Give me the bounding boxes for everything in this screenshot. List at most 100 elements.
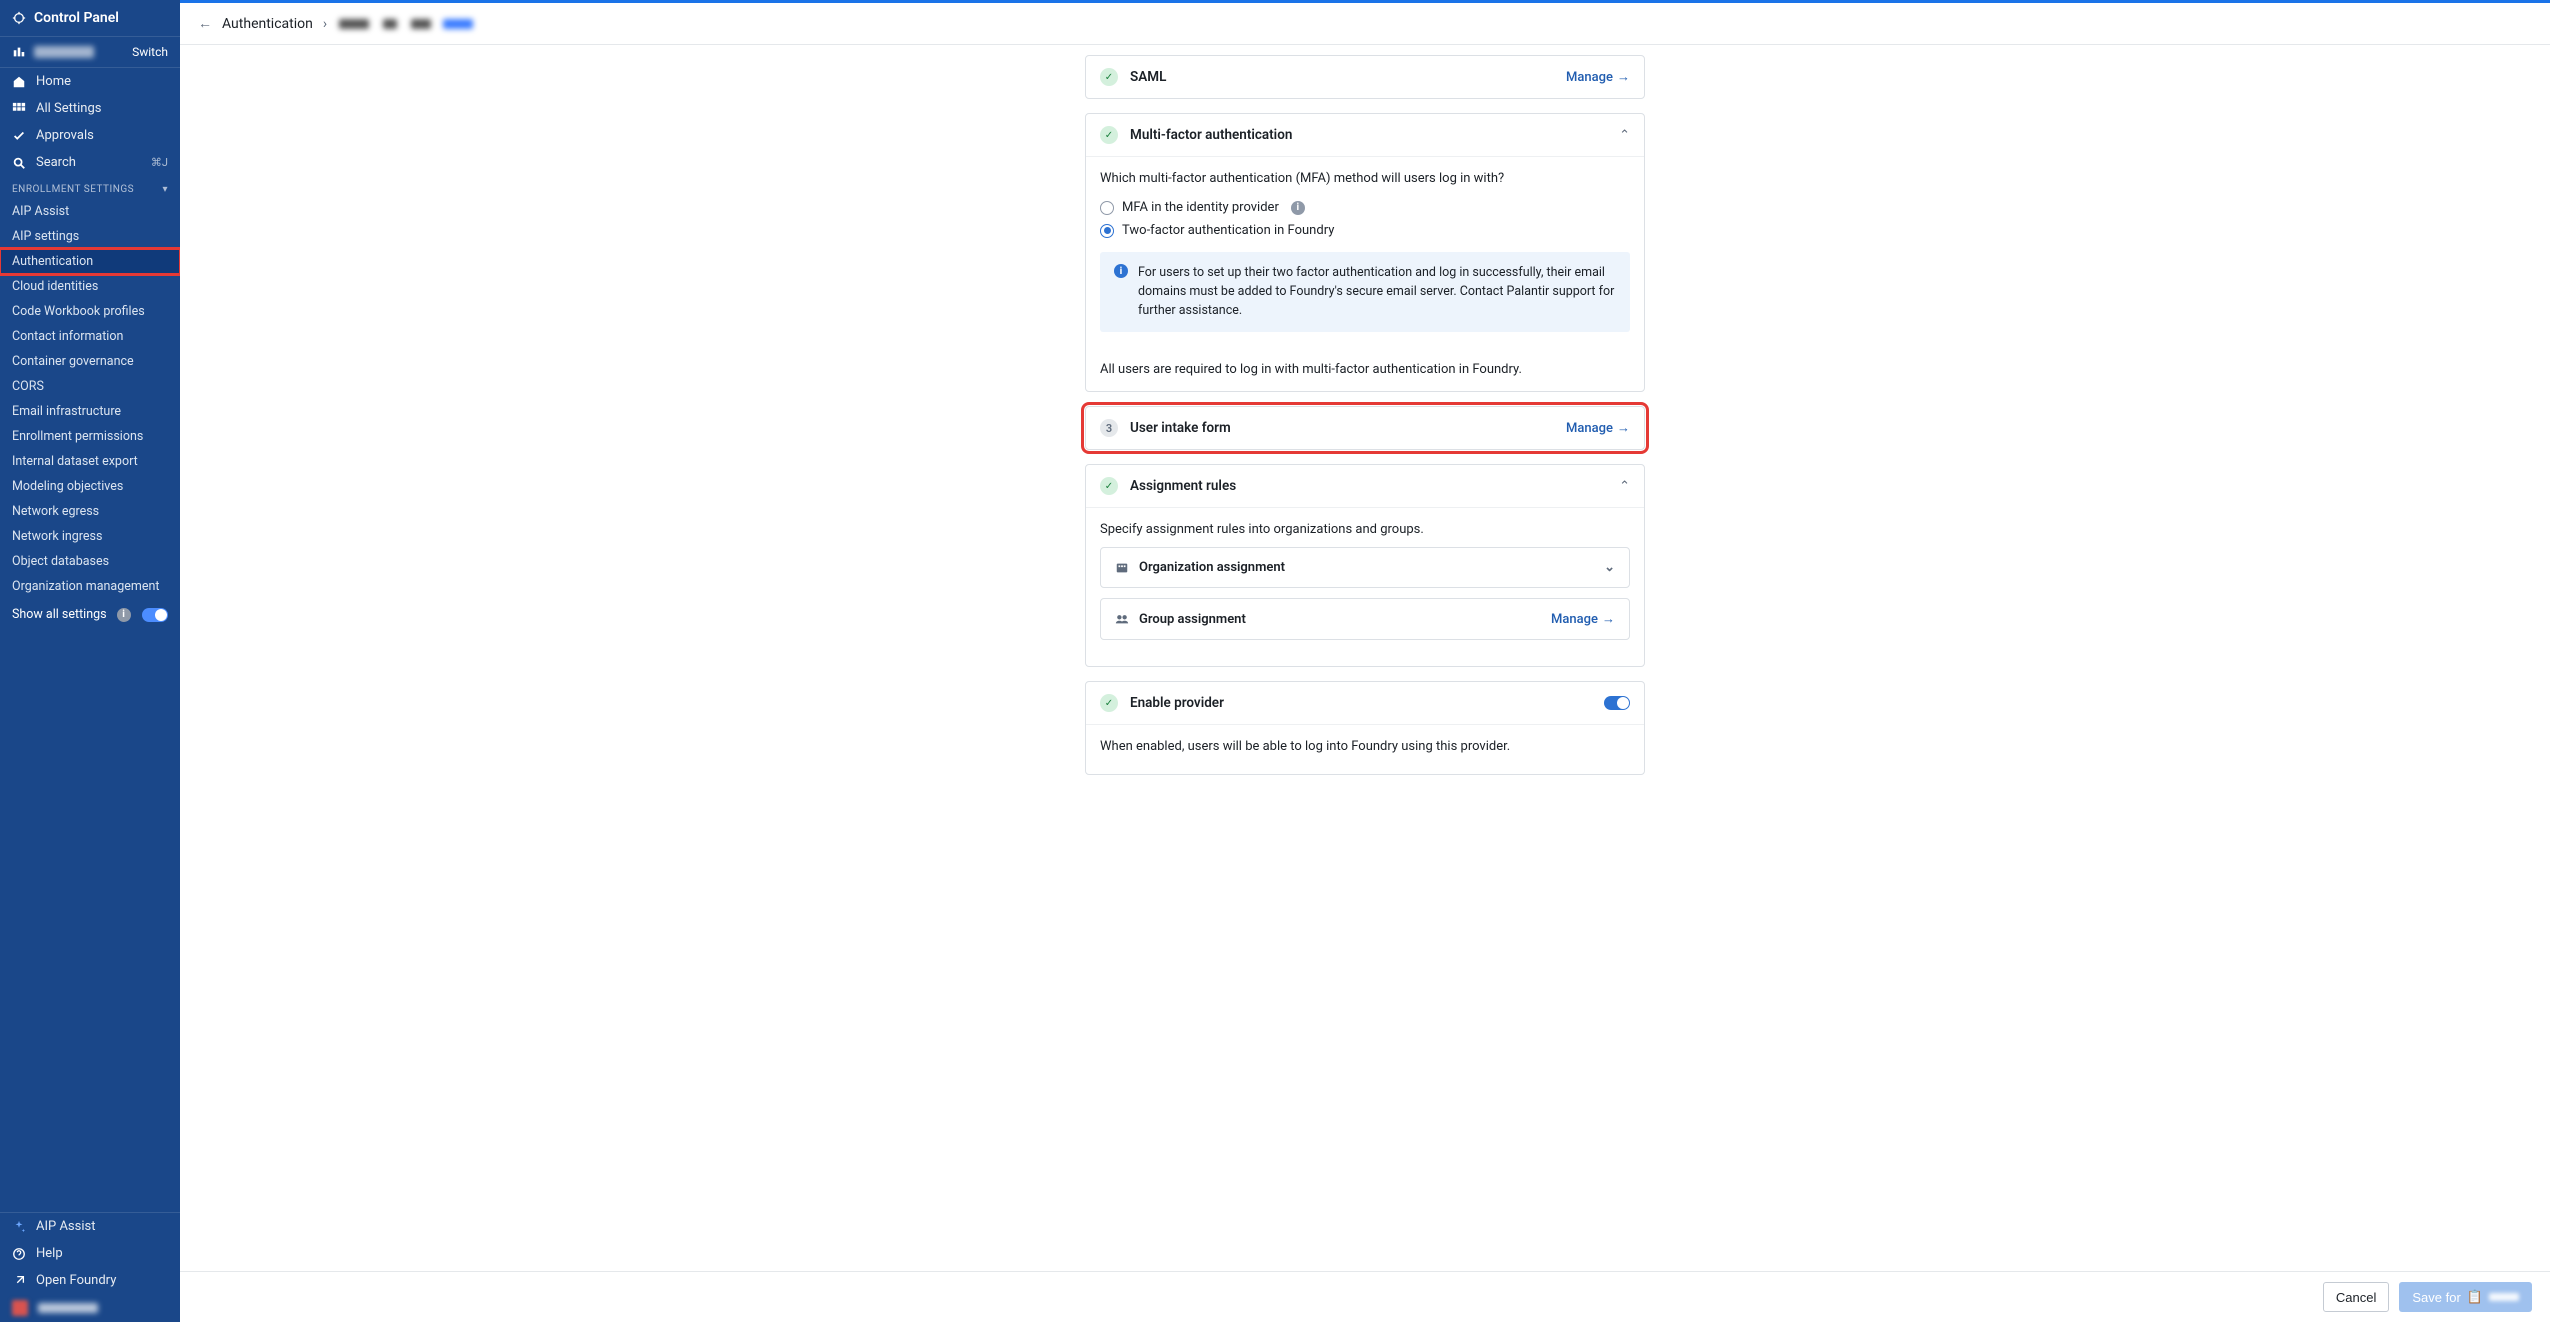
saml-title: SAML [1130,69,1554,85]
card-mfa: ✓ Multi-factor authentication ⌃ Which mu… [1085,113,1645,392]
search-shortcut: ⌘J [151,156,168,169]
info-icon: i [1114,264,1128,278]
username-redacted [38,1303,98,1313]
card-assignment-rules: ✓ Assignment rules ⌃ Specify assignment … [1085,464,1645,667]
sidebar-item-network-egress[interactable]: Network egress [0,499,180,524]
arrow-right-icon: → [1602,611,1615,627]
nav-all-settings[interactable]: All Settings [0,95,180,122]
sidebar-item-contact-information[interactable]: Contact information [0,324,180,349]
info-icon[interactable]: i [1291,201,1305,215]
search-icon [12,156,26,170]
sidebar-header: Control Panel [0,0,180,37]
chevron-down-icon: ▾ [162,184,168,195]
org-assignment-row[interactable]: Organization assignment ⌄ [1100,547,1630,588]
group-assignment-row: Group assignment Manage → [1100,598,1630,640]
sidebar-item-organization-management[interactable]: Organization management [0,574,180,599]
save-target-redacted [2489,1293,2519,1301]
status-check-icon: ✓ [1100,694,1118,712]
sidebar-item-container-governance[interactable]: Container governance [0,349,180,374]
sidebar-item-authentication[interactable]: Authentication [0,249,180,274]
mfa-title: Multi-factor authentication [1130,127,1607,143]
footer: Cancel Save for 📋 [180,1271,2550,1322]
card-user-intake: 3 User intake form Manage → [1085,406,1645,450]
app-title: Control Panel [34,10,119,26]
rules-prompt: Specify assignment rules into organizati… [1100,510,1630,547]
bottom-open-foundry[interactable]: Open Foundry [0,1267,180,1294]
status-check-icon: ✓ [1100,477,1118,495]
status-check-icon: ✓ [1100,126,1118,144]
sidebar-item-object-databases[interactable]: Object databases [0,549,180,574]
arrow-right-icon: → [1617,420,1630,436]
radio-unchecked[interactable] [1100,201,1114,215]
sidebar-item-aip-assist[interactable]: AIP Assist [0,199,180,224]
content-scroll[interactable]: ✓ SAML Manage → ✓ Multi-factor authentic… [180,45,2550,1271]
save-button[interactable]: Save for 📋 [2399,1282,2532,1312]
rules-title: Assignment rules [1130,478,1607,494]
sidebar-item-email-infrastructure[interactable]: Email infrastructure [0,399,180,424]
switch-link[interactable]: Switch [132,45,168,59]
sparkle-icon [12,1220,26,1234]
nav-approvals[interactable]: Approvals [0,122,180,149]
home-icon [12,75,26,89]
mfa-prompt: Which multi-factor authentication (MFA) … [1100,159,1630,196]
breadcrumb-redacted-3 [411,19,431,29]
main: ← Authentication › ✓ SAML Manage → [180,0,2550,1322]
breadcrumb-redacted-2 [383,19,397,29]
collapse-chevron[interactable]: ⌃ [1619,128,1630,143]
section-enrollment-settings[interactable]: ENROLLMENT SETTINGS ▾ [0,176,180,199]
sidebar-item-aip-settings[interactable]: AIP settings [0,224,180,249]
intake-manage-link[interactable]: Manage → [1566,420,1630,436]
enable-description: When enabled, users will be able to log … [1100,727,1630,758]
bottom-aip-assist[interactable]: AIP Assist [0,1213,180,1240]
status-check-icon: ✓ [1100,68,1118,86]
radio-checked[interactable] [1100,224,1114,238]
intake-title: User intake form [1130,420,1554,436]
sidebar-item-code-workbook-profiles[interactable]: Code Workbook profiles [0,299,180,324]
check-icon [12,129,26,143]
bottom-help[interactable]: Help [0,1240,180,1267]
breadcrumb: ← Authentication › [180,3,2550,45]
sidebar-org-switch[interactable]: Switch [0,37,180,68]
show-all-toggle[interactable] [142,608,168,622]
back-icon[interactable]: ← [198,15,212,32]
arrow-right-icon: → [1617,69,1630,85]
enable-provider-toggle[interactable] [1604,696,1630,710]
nav-search[interactable]: Search ⌘J [0,149,180,176]
cancel-button[interactable]: Cancel [2323,1282,2389,1312]
chevron-right-icon: › [323,16,327,32]
mfa-option-idp[interactable]: MFA in the identity provider i [1100,196,1630,219]
enable-title: Enable provider [1130,695,1592,711]
sidebar-item-cloud-identities[interactable]: Cloud identities [0,274,180,299]
sidebar-item-network-ingress[interactable]: Network ingress [0,524,180,549]
sidebar: Control Panel Switch Home All Settings A… [0,0,180,1322]
grid-icon [12,102,26,116]
mfa-note: All users are required to log in with mu… [1086,348,1644,391]
breadcrumb-redacted-4 [443,19,473,29]
help-icon [12,1247,26,1261]
org-icon [1115,561,1129,575]
chevron-down-icon[interactable]: ⌄ [1604,560,1615,575]
avatar [12,1300,28,1316]
org-icon [12,45,26,59]
info-icon[interactable]: i [117,608,131,622]
sidebar-item-cors[interactable]: CORS [0,374,180,399]
org-name-redacted [34,46,94,58]
logo-icon [12,11,26,25]
sidebar-item-enrollment-permissions[interactable]: Enrollment permissions [0,424,180,449]
card-saml: ✓ SAML Manage → [1085,55,1645,99]
card-enable-provider: ✓ Enable provider When enabled, users wi… [1085,681,1645,775]
group-manage-link[interactable]: Manage → [1551,611,1615,627]
breadcrumb-redacted-1 [339,19,369,29]
external-link-icon [12,1274,26,1288]
bottom-user-row[interactable] [0,1294,180,1322]
mfa-info-callout: i For users to set up their two factor a… [1100,252,1630,332]
sidebar-item-modeling-objectives[interactable]: Modeling objectives [0,474,180,499]
org-icon: 📋 [2467,1289,2483,1305]
sidebar-item-internal-dataset-export[interactable]: Internal dataset export [0,449,180,474]
group-icon [1115,612,1129,626]
nav-home[interactable]: Home [0,68,180,95]
saml-manage-link[interactable]: Manage → [1566,69,1630,85]
collapse-chevron[interactable]: ⌃ [1619,479,1630,494]
breadcrumb-root[interactable]: Authentication [222,16,313,32]
mfa-option-foundry[interactable]: Two-factor authentication in Foundry [1100,219,1630,242]
